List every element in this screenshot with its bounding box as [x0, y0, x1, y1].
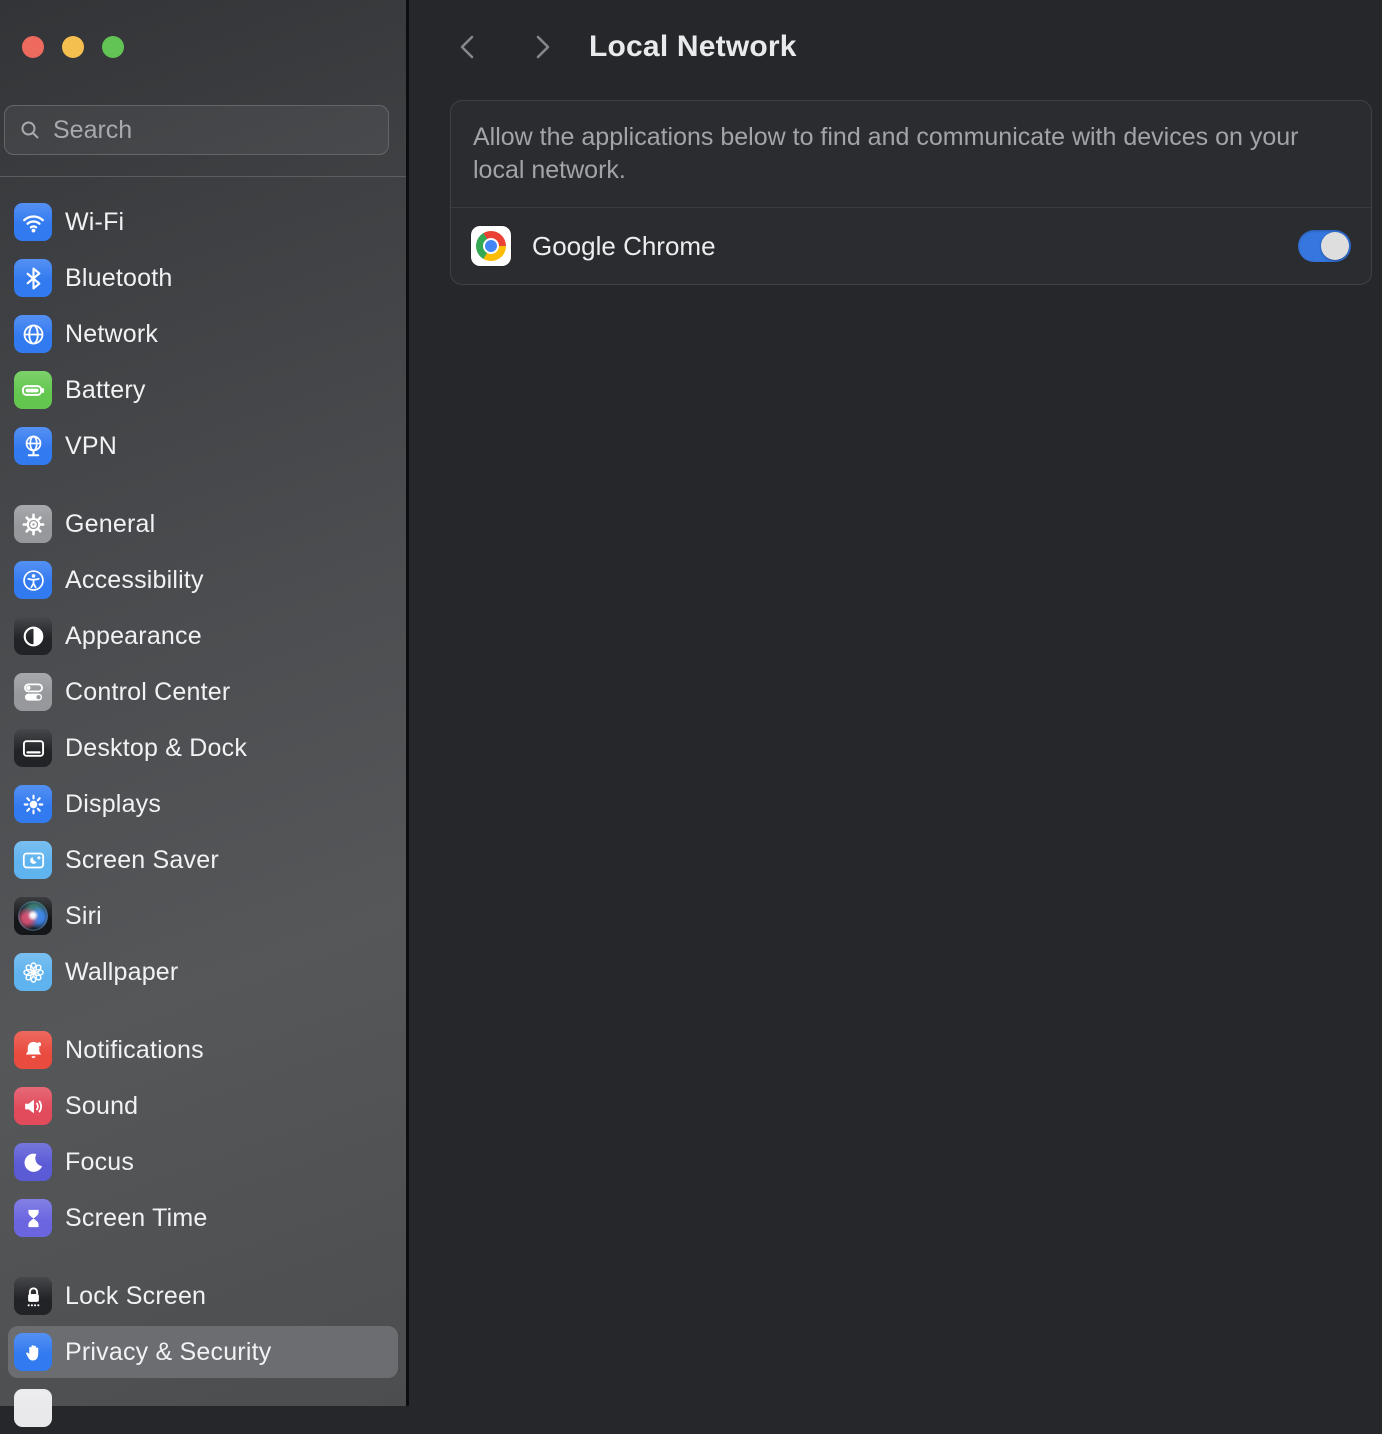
sidebar-group: General Accessibility Appearance Control Ce… — [8, 498, 398, 998]
gear-icon — [14, 505, 52, 543]
sidebar-item-notifications[interactable]: Notifications — [8, 1024, 398, 1076]
sidebar-item-label: Notifications — [65, 1035, 204, 1064]
sidebar-item-label: Desktop & Dock — [65, 733, 248, 762]
sidebar: Search Wi-Fi Bluetooth Network Battery VPN Ge… — [0, 0, 409, 1427]
sidebar-item-siri[interactable]: Siri — [8, 890, 398, 942]
siri-orb-icon — [14, 897, 52, 935]
chrome-icon — [471, 226, 511, 266]
lock-icon — [14, 1277, 52, 1315]
sidebar-item-control-center[interactable]: Control Center — [8, 666, 398, 718]
panel-description: Allow the applications below to find and… — [473, 123, 1299, 184]
local-network-panel: Allow the applications below to find and… — [450, 100, 1372, 285]
pane-header: Local Network — [409, 0, 1382, 94]
sidebar-item-screen-time[interactable]: Screen Time — [8, 1192, 398, 1244]
sidebar-group: Notifications Sound Focus Screen Time — [8, 1024, 398, 1244]
sidebar-item-label: VPN — [65, 431, 118, 460]
sidebar-item-lock-screen[interactable]: Lock Screen — [8, 1270, 398, 1322]
bluetooth-icon — [14, 259, 52, 297]
sidebar-item-label: Lock Screen — [65, 1281, 207, 1310]
moon-icon — [14, 1143, 52, 1181]
sidebar-item-focus[interactable]: Focus — [8, 1136, 398, 1188]
sidebar-item-vpn[interactable]: VPN — [8, 420, 398, 472]
sidebar-item-label: Battery — [65, 375, 146, 404]
minimize-button[interactable] — [62, 36, 84, 58]
sidebar-item-label: Siri — [65, 901, 102, 930]
local-network-pane: Local Network Allow the applications bel… — [409, 0, 1382, 1406]
sidebar-item-general[interactable]: General — [8, 498, 398, 550]
sidebar-item-network[interactable]: Network — [8, 308, 398, 360]
chevron-left-icon — [460, 35, 474, 59]
sidebar-group: Lock Screen Privacy & Security — [8, 1270, 398, 1434]
sidebar-item-label: Network — [65, 319, 159, 348]
speaker-icon — [14, 1087, 52, 1125]
sidebar-item-label: Control Center — [65, 677, 231, 706]
search-input[interactable]: Search — [4, 105, 389, 155]
sidebar-item-screen-saver[interactable]: Screen Saver — [8, 834, 398, 886]
sidebar-item-label: Focus — [65, 1147, 135, 1176]
sidebar-item-wi-fi[interactable]: Wi-Fi — [8, 196, 398, 248]
sidebar-item-accessibility[interactable]: Accessibility — [8, 554, 398, 606]
close-button[interactable] — [22, 36, 44, 58]
control-center-icon — [14, 673, 52, 711]
sidebar-item-sound[interactable]: Sound — [8, 1080, 398, 1132]
sidebar-item-displays[interactable]: Displays — [8, 778, 398, 830]
battery-icon — [14, 371, 52, 409]
sidebar-group: Wi-Fi Bluetooth Network Battery VPN — [8, 196, 398, 472]
chevron-right-icon — [536, 35, 550, 59]
sidebar-item-bluetooth[interactable]: Bluetooth — [8, 252, 398, 304]
bell-icon — [14, 1031, 52, 1069]
flower-icon — [14, 953, 52, 991]
wifi-icon — [14, 203, 52, 241]
toggle-knob — [1321, 232, 1349, 260]
page-title: Local Network — [589, 30, 797, 63]
sidebar-item-label: Privacy & Security — [65, 1337, 272, 1366]
screen-saver-icon — [14, 841, 52, 879]
sidebar-item-privacy-security[interactable]: Privacy & Security — [8, 1326, 398, 1378]
sidebar-item-label: Screen Time — [65, 1203, 208, 1232]
system-settings-window: Search Wi-Fi Bluetooth Network Battery VPN Ge… — [0, 0, 1382, 1427]
zoom-button[interactable] — [102, 36, 124, 58]
sidebar-item-battery[interactable]: Battery — [8, 364, 398, 416]
vpn-globe-icon — [14, 427, 52, 465]
sidebar-item-desktop-dock[interactable]: Desktop & Dock — [8, 722, 398, 774]
sidebar-item-label: Appearance — [65, 621, 202, 650]
sun-icon — [14, 785, 52, 823]
search-icon — [21, 121, 39, 139]
app-name: Google Chrome — [532, 230, 716, 261]
appearance-icon — [14, 617, 52, 655]
sidebar-item-label: Wallpaper — [65, 957, 179, 986]
globe-icon — [14, 315, 52, 353]
sidebar-item-label: Accessibility — [65, 565, 204, 594]
sidebar-item-partial[interactable] — [8, 1382, 398, 1434]
sidebar-item-appearance[interactable]: Appearance — [8, 610, 398, 662]
sidebar-item-wallpaper[interactable]: Wallpaper — [8, 946, 398, 998]
sidebar-item-label: Wi-Fi — [65, 207, 125, 236]
sidebar-item-label: General — [65, 509, 156, 538]
sidebar-item-label: Sound — [65, 1091, 139, 1120]
partial-app-icon — [14, 1389, 52, 1427]
desktop-dock-icon — [14, 729, 52, 767]
google-chrome-toggle[interactable] — [1298, 230, 1351, 262]
back-button[interactable] — [455, 32, 481, 62]
search-placeholder: Search — [53, 115, 133, 144]
sidebar-item-label: Displays — [65, 789, 162, 818]
sidebar-item-label: Bluetooth — [65, 263, 173, 292]
hourglass-icon — [14, 1199, 52, 1237]
forward-button[interactable] — [529, 32, 555, 62]
app-list: Google Chrome — [451, 208, 1371, 284]
sidebar-item-label: Screen Saver — [65, 845, 219, 874]
sidebar-nav: Wi-Fi Bluetooth Network Battery VPN General Ac… — [0, 177, 406, 1434]
accessibility-icon — [14, 561, 52, 599]
window-controls — [0, 0, 406, 58]
hand-icon — [14, 1333, 52, 1371]
app-row-google-chrome: Google Chrome — [451, 208, 1371, 284]
